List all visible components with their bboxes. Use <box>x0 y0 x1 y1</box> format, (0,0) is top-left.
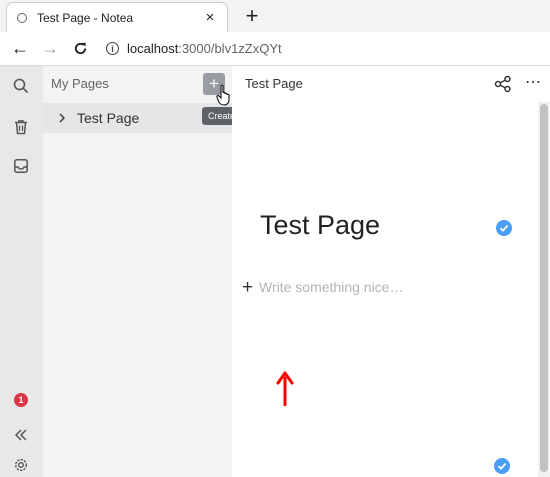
reload-button[interactable] <box>68 37 92 61</box>
url-host: localhost <box>127 41 179 56</box>
annotation-arrow-icon <box>276 371 294 406</box>
back-button[interactable]: ← <box>8 37 32 61</box>
add-block-button[interactable]: + <box>242 277 253 299</box>
settings-icon[interactable] <box>11 455 31 475</box>
inbox-icon[interactable] <box>11 156 31 176</box>
notification-badge[interactable]: 1 <box>14 393 28 407</box>
site-info-icon[interactable]: i <box>106 42 119 55</box>
breadcrumb-title[interactable]: Test Page <box>245 76 303 91</box>
url-path: :3000/blv1zZxQYt <box>178 41 282 56</box>
scrollbar[interactable] <box>538 102 550 477</box>
new-tab-button[interactable]: + <box>240 4 264 28</box>
browser-tab[interactable]: Test Page - Notea × <box>6 2 228 32</box>
trash-icon[interactable] <box>11 117 31 137</box>
sidebar-item-label: Test Page <box>77 110 140 126</box>
check-icon <box>496 220 512 236</box>
reload-icon <box>74 42 86 55</box>
url-field[interactable]: i localhost :3000/blv1zZxQYt <box>106 41 282 56</box>
notea-app: 1 My Pages + Test Page Create page cmd+n… <box>0 66 550 477</box>
forward-button[interactable]: → <box>38 37 62 61</box>
sidebar-header: My Pages <box>51 76 109 91</box>
address-bar: ← → i localhost :3000/blv1zZxQYt <box>0 32 550 66</box>
browser-tabstrip: Test Page - Notea × + <box>0 0 550 32</box>
editor-placeholder[interactable]: Write something nice… <box>259 279 403 295</box>
tab-title: Test Page - Notea <box>37 10 134 25</box>
check-icon <box>494 458 510 474</box>
pages-sidebar: My Pages + Test Page Create page cmd+n <box>43 66 294 477</box>
more-options-icon[interactable]: ⋯ <box>525 72 542 92</box>
favicon-icon <box>17 12 27 23</box>
scrollbar-thumb[interactable] <box>540 104 548 472</box>
collapse-icon[interactable] <box>11 425 31 445</box>
icon-rail: 1 <box>0 66 43 477</box>
chevron-right-icon[interactable] <box>57 113 67 123</box>
tab-close-button[interactable]: × <box>203 9 217 26</box>
page-title[interactable]: Test Page <box>260 210 380 241</box>
editor-panel: Test Page ⋯ Test Page + Write something … <box>232 66 550 477</box>
share-icon[interactable] <box>494 75 512 93</box>
search-icon[interactable] <box>11 76 31 96</box>
